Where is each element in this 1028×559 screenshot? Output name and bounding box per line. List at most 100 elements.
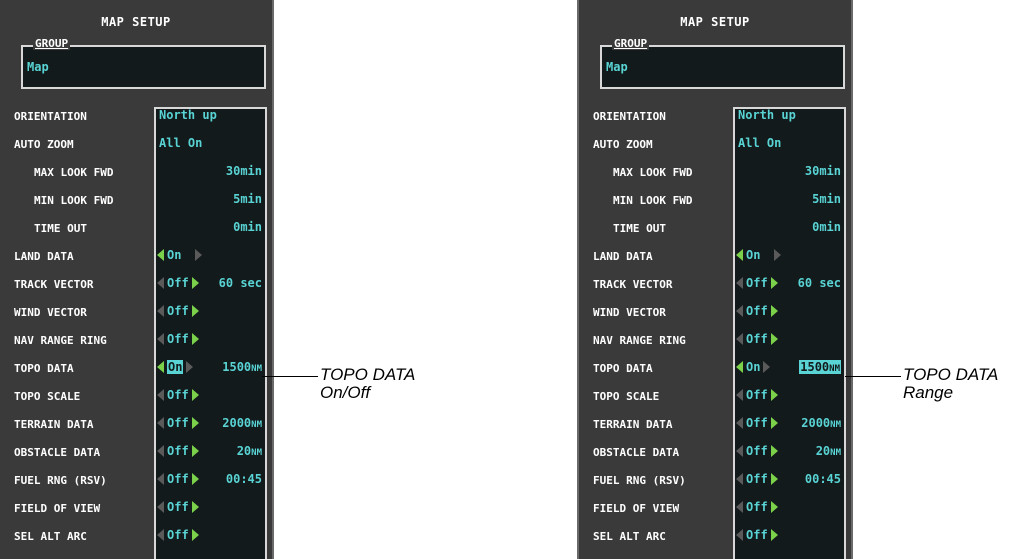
land-data-value[interactable]: On — [157, 248, 203, 262]
min-look-fwd-value[interactable]: 5min — [812, 192, 841, 206]
auto-zoom-value[interactable]: All On — [738, 136, 781, 150]
row-track-vector[interactable]: TRACK VECTOR Off 60 sec — [0, 274, 272, 296]
row-sel-alt-arc[interactable]: SEL ALT ARC Off — [579, 526, 851, 548]
obstacle-data-range[interactable]: 20NM — [237, 444, 262, 458]
row-orientation[interactable]: ORIENTATION North up — [579, 106, 851, 128]
track-vector-value[interactable]: Off — [157, 276, 199, 290]
arrow-left-icon — [736, 528, 743, 541]
fuel-rng-range[interactable]: 00:45 — [805, 472, 841, 486]
terrain-data-range[interactable]: 2000NM — [222, 416, 262, 430]
row-nav-range-ring[interactable]: NAV RANGE RING Off — [579, 330, 851, 352]
row-label: SEL ALT ARC — [593, 530, 666, 543]
arrow-right-icon — [191, 416, 199, 429]
fuel-rng-value[interactable]: Off — [736, 472, 778, 486]
min-look-fwd-value[interactable]: 5min — [233, 192, 262, 206]
value-text: On — [167, 248, 182, 262]
row-sel-alt-arc[interactable]: SEL ALT ARC Off — [0, 526, 272, 548]
row-obstacle-data[interactable]: OBSTACLE DATA Off 20NM — [579, 442, 851, 464]
row-field-of-view[interactable]: FIELD OF VIEW Off — [579, 498, 851, 520]
terrain-data-range[interactable]: 2000NM — [801, 416, 841, 430]
track-vector-value[interactable]: Off — [736, 276, 778, 290]
topo-scale-value[interactable]: Off — [157, 388, 199, 402]
topo-data-value[interactable]: On — [157, 360, 194, 374]
range-number: 1500 — [800, 360, 830, 374]
map-setup-panel-right: MAP SETUP GROUP Map ORIENTATION North up… — [577, 0, 853, 559]
range-number: 20 — [815, 444, 831, 458]
row-nav-range-ring[interactable]: NAV RANGE RING Off — [0, 330, 272, 352]
row-topo-scale[interactable]: TOPO SCALE Off — [579, 386, 851, 408]
topo-data-range[interactable]: 1500NM — [799, 360, 841, 374]
row-label: FIELD OF VIEW — [593, 502, 680, 515]
wind-vector-value[interactable]: Off — [736, 304, 778, 318]
group-field[interactable]: GROUP Map — [21, 37, 266, 89]
terrain-data-value[interactable]: Off — [736, 416, 778, 430]
row-label: WIND VECTOR — [593, 306, 666, 319]
fuel-rng-value[interactable]: Off — [157, 472, 199, 486]
max-look-fwd-value[interactable]: 30min — [226, 164, 262, 178]
row-land-data[interactable]: LAND DATA On — [579, 246, 851, 268]
row-min-look-fwd[interactable]: MIN LOOK FWD 5min — [579, 190, 851, 212]
arrow-right-icon — [770, 528, 778, 541]
row-time-out[interactable]: TIME OUT 0min — [579, 218, 851, 240]
range-unit: NM — [830, 420, 841, 430]
sel-alt-arc-value[interactable]: Off — [157, 528, 199, 542]
land-data-value[interactable]: On — [736, 248, 782, 262]
group-field[interactable]: GROUP Map — [600, 37, 845, 89]
max-look-fwd-value[interactable]: 30min — [805, 164, 841, 178]
topo-data-value[interactable]: On — [736, 360, 771, 374]
track-vector-range[interactable]: 60 sec — [219, 276, 262, 290]
track-vector-range[interactable]: 60 sec — [798, 276, 841, 290]
row-topo-data[interactable]: TOPO DATA On 1500NM — [0, 358, 272, 380]
fuel-rng-range[interactable]: 00:45 — [226, 472, 262, 486]
row-max-look-fwd[interactable]: MAX LOOK FWD 30min — [0, 162, 272, 184]
orientation-value[interactable]: North up — [738, 108, 796, 122]
row-topo-data[interactable]: TOPO DATA On 1500NM — [579, 358, 851, 380]
nav-range-ring-value[interactable]: Off — [157, 332, 199, 346]
value-text: On — [746, 360, 761, 374]
row-max-look-fwd[interactable]: MAX LOOK FWD 30min — [579, 162, 851, 184]
arrow-left-icon — [736, 332, 743, 345]
row-time-out[interactable]: TIME OUT 0min — [0, 218, 272, 240]
range-number: 2000 — [222, 416, 252, 430]
row-orientation[interactable]: ORIENTATION North up — [0, 106, 272, 128]
field-of-view-value[interactable]: Off — [157, 500, 199, 514]
obstacle-data-value[interactable]: Off — [736, 444, 778, 458]
row-fuel-rng[interactable]: FUEL RNG (RSV) Off 00:45 — [579, 470, 851, 492]
row-wind-vector[interactable]: WIND VECTOR Off — [579, 302, 851, 324]
map-setup-panel-left: MAP SETUP GROUP Map ORIENTATION North up… — [0, 0, 274, 559]
time-out-value[interactable]: 0min — [812, 220, 841, 234]
row-obstacle-data[interactable]: OBSTACLE DATA Off 20NM — [0, 442, 272, 464]
time-out-value[interactable]: 0min — [233, 220, 262, 234]
group-label: GROUP — [33, 37, 71, 50]
callout-leader-line — [262, 376, 318, 377]
row-min-look-fwd[interactable]: MIN LOOK FWD 5min — [0, 190, 272, 212]
field-of-view-value[interactable]: Off — [736, 500, 778, 514]
row-terrain-data[interactable]: TERRAIN DATA Off 2000NM — [579, 414, 851, 436]
nav-range-ring-value[interactable]: Off — [736, 332, 778, 346]
row-track-vector[interactable]: TRACK VECTOR Off 60 sec — [579, 274, 851, 296]
obstacle-data-range[interactable]: 20NM — [816, 444, 841, 458]
row-auto-zoom[interactable]: AUTO ZOOM All On — [579, 134, 851, 156]
row-topo-scale[interactable]: TOPO SCALE Off — [0, 386, 272, 408]
row-label: TRACK VECTOR — [14, 278, 94, 291]
row-fuel-rng[interactable]: FUEL RNG (RSV) Off 00:45 — [0, 470, 272, 492]
orientation-value[interactable]: North up — [159, 108, 217, 122]
auto-zoom-value[interactable]: All On — [159, 136, 202, 150]
row-terrain-data[interactable]: TERRAIN DATA Off 2000NM — [0, 414, 272, 436]
row-land-data[interactable]: LAND DATA On — [0, 246, 272, 268]
topo-scale-value[interactable]: Off — [736, 388, 778, 402]
topo-data-range[interactable]: 1500NM — [222, 360, 262, 374]
row-label: SEL ALT ARC — [14, 530, 87, 543]
obstacle-data-value[interactable]: Off — [157, 444, 199, 458]
sel-alt-arc-value[interactable]: Off — [736, 528, 778, 542]
terrain-data-value[interactable]: Off — [157, 416, 199, 430]
arrow-right-icon — [774, 248, 782, 261]
row-wind-vector[interactable]: WIND VECTOR Off — [0, 302, 272, 324]
group-value: Map — [27, 60, 49, 74]
row-auto-zoom[interactable]: AUTO ZOOM All On — [0, 134, 272, 156]
row-label: FUEL RNG (RSV) — [14, 474, 107, 487]
callout-leader-line — [845, 376, 901, 377]
range-number: 20 — [236, 444, 252, 458]
row-field-of-view[interactable]: FIELD OF VIEW Off — [0, 498, 272, 520]
wind-vector-value[interactable]: Off — [157, 304, 199, 318]
